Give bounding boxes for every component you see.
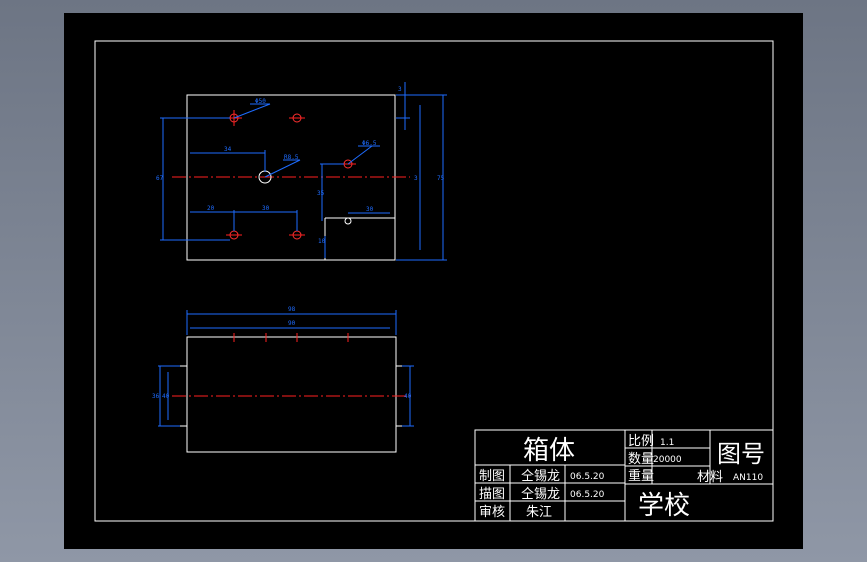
title-scale-label: 比例: [628, 434, 654, 449]
dim-left-a: 36: [152, 393, 160, 400]
title-school: 学校: [638, 491, 690, 521]
dim-height-left: 67: [156, 175, 164, 182]
dim-width-30: 30: [262, 205, 270, 212]
title-drawing-no-label: 图号: [717, 440, 765, 468]
title-row1-date: 06.5.20: [570, 472, 605, 482]
dim-small-top: 3: [398, 86, 402, 93]
dim-right-a: 40: [404, 393, 412, 400]
dim-small-right: 3: [414, 175, 418, 182]
dim-overall: 98: [288, 306, 296, 313]
title-qty-label: 数量: [628, 452, 654, 467]
dim-hole-dia: Φ50: [255, 98, 266, 105]
dim-radius: R8.5: [284, 154, 299, 161]
title-qty-value: 20000: [653, 455, 682, 465]
title-material-value: AN110: [733, 473, 763, 483]
title-row3-role: 审核: [479, 505, 505, 520]
drawing-sheet: [64, 13, 803, 549]
title-row3-name: 朱江: [526, 505, 552, 520]
dim-height-mid: 35: [317, 190, 325, 197]
title-row1-role: 制图: [479, 469, 505, 484]
dim-small-bottom: 10: [318, 238, 326, 245]
dim-dia-right: Φ6.5: [362, 140, 377, 147]
title-row2-date: 06.5.20: [570, 490, 605, 500]
dim-width-right: 30: [366, 206, 374, 213]
dim-inner: 90: [288, 320, 296, 327]
title-part-name: 箱体: [523, 436, 575, 466]
dim-offset-34: 34: [224, 146, 232, 153]
title-row2-name: 仝锡龙: [521, 487, 560, 502]
title-material-label: 材料: [697, 470, 723, 485]
dim-left-b: 40: [162, 393, 170, 400]
title-row1-name: 仝锡龙: [521, 469, 560, 484]
cad-drawing-canvas: Φ50 34 R8.5 Φ6.5 67 35 3 75 3 20 30 30 1…: [64, 13, 803, 549]
dim-width-20: 20: [207, 205, 215, 212]
title-row2-role: 描图: [479, 487, 505, 502]
dim-height-right: 75: [437, 175, 445, 182]
title-weight-label: 重量: [628, 468, 654, 484]
title-scale-value: 1.1: [660, 438, 674, 448]
